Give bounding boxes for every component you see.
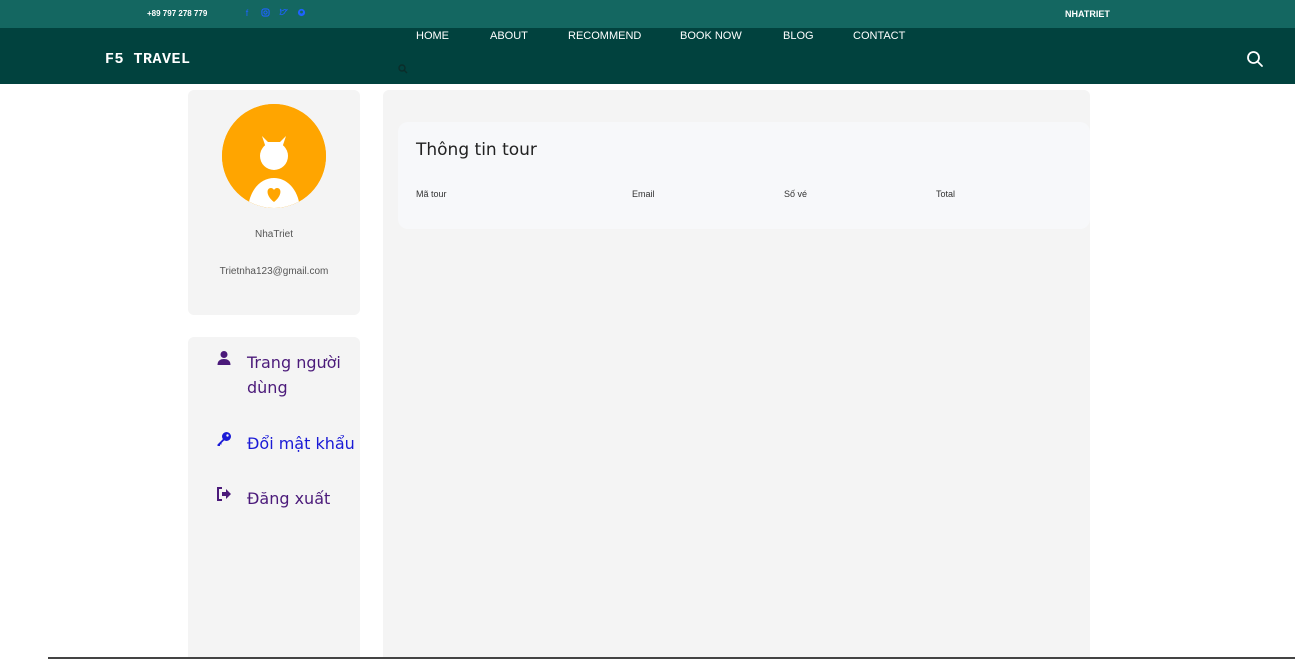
user-icon xyxy=(216,350,232,366)
brand-logo[interactable]: F5 TRAVEL xyxy=(105,51,191,68)
nav-home[interactable]: HOME xyxy=(416,30,449,42)
account-username[interactable]: NHATRIET xyxy=(1065,9,1110,19)
menu-item-profile[interactable]: Trang người dùng xyxy=(216,350,356,405)
nav-book-now[interactable]: BOOK NOW xyxy=(680,30,742,42)
sign-out-icon xyxy=(216,486,232,502)
key-icon xyxy=(216,431,232,447)
menu-label-logout: Đăng xuất xyxy=(247,489,331,508)
account-menu: Trang người dùng Đổi mật khẩu Đăng xuất xyxy=(188,337,360,659)
search-icon-small[interactable] xyxy=(398,59,408,74)
tour-info-title: Thông tin tour xyxy=(416,140,537,160)
profile-name: NhaTriet xyxy=(255,229,293,240)
profile-card: NhaTriet Trietnha123@gmail.com xyxy=(188,90,360,315)
nav-recommend[interactable]: RECOMMEND xyxy=(568,30,641,42)
main-panel: Thông tin tour Mã tour Email Số vé Total xyxy=(383,90,1090,659)
top-bar: +89 797 278 779 f NHATRIET xyxy=(0,0,1295,28)
instagram-icon[interactable] xyxy=(260,8,270,18)
nav-contact[interactable]: CONTACT xyxy=(853,30,905,42)
cat-avatar-icon xyxy=(222,104,326,208)
menu-item-logout[interactable]: Đăng xuất xyxy=(216,486,336,512)
column-header-ticket-count: Số vé xyxy=(784,189,808,199)
profile-email: Trietnha123@gmail.com xyxy=(219,266,329,277)
column-header-email: Email xyxy=(632,189,655,199)
tour-info-card: Thông tin tour Mã tour Email Số vé Total xyxy=(398,122,1090,229)
avatar xyxy=(222,104,326,208)
facebook-icon[interactable]: f xyxy=(242,8,252,18)
phone-number: +89 797 278 779 xyxy=(147,9,208,18)
menu-label-change-password: Đổi mật khẩu xyxy=(247,434,355,453)
nav-blog[interactable]: BLOG xyxy=(783,30,814,42)
column-header-tour-code: Mã tour xyxy=(416,189,447,199)
twitter-icon[interactable] xyxy=(278,8,288,18)
nav-about[interactable]: ABOUT xyxy=(490,30,528,42)
main-navbar: F5 TRAVEL HOME ABOUT RECOMMEND BOOK NOW … xyxy=(0,28,1295,84)
search-icon[interactable] xyxy=(1246,50,1264,68)
menu-item-change-password[interactable]: Đổi mật khẩu xyxy=(216,431,362,457)
menu-label-profile: Trang người dùng xyxy=(247,353,341,397)
pinterest-icon[interactable] xyxy=(296,8,306,18)
column-header-total: Total xyxy=(936,189,956,199)
social-links: f xyxy=(242,8,306,18)
